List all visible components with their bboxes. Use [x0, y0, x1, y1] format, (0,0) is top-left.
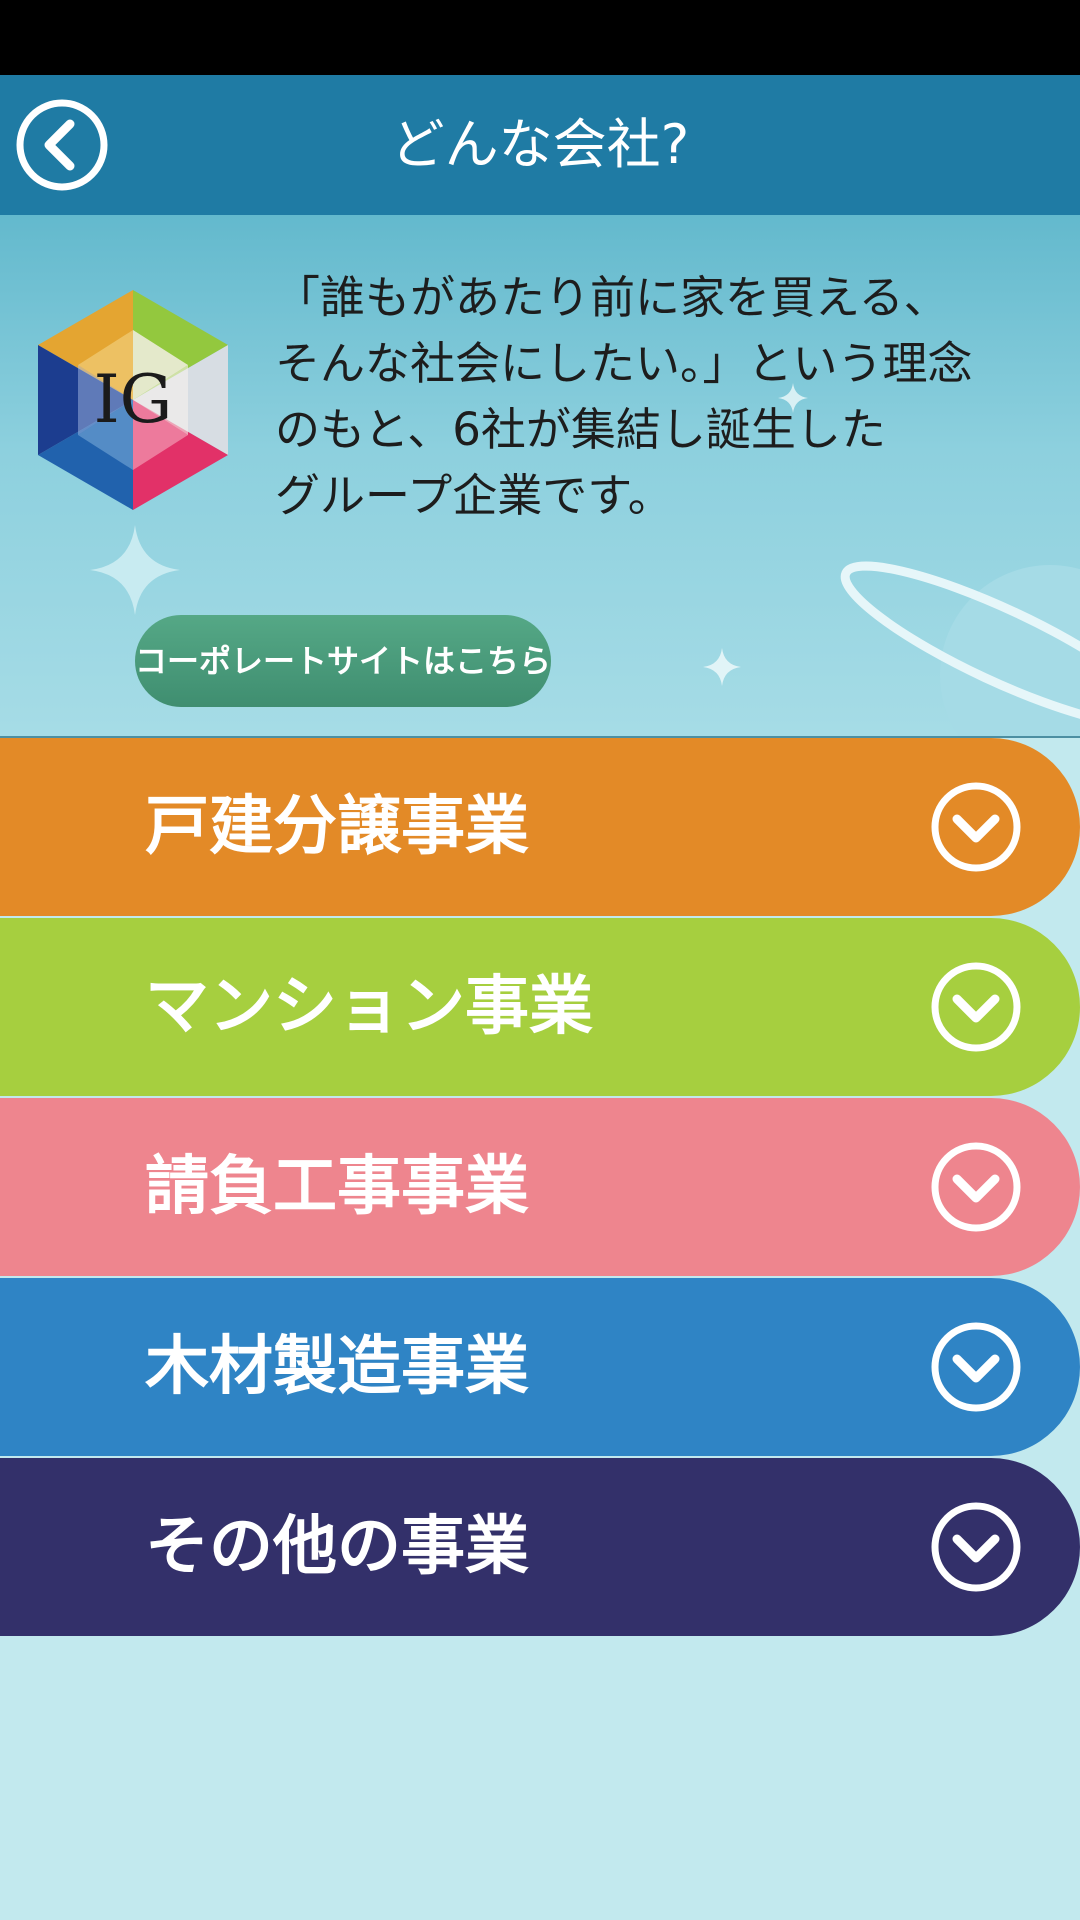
header: どんな会社?: [0, 75, 1080, 215]
intro-description: 「誰もがあたり前に家を買える、 そんな社会にしたい。」という理念 のもと、6社が…: [275, 271, 973, 522]
chevron-down-circle-icon[interactable]: [930, 1141, 1022, 1233]
business-label: マンション事業: [145, 970, 593, 1044]
business-item-detached-housing[interactable]: 戸建分譲事業: [0, 738, 1080, 916]
business-label: 戸建分譲事業: [145, 790, 529, 864]
business-label: 請負工事事業: [145, 1150, 529, 1224]
business-item-contract-construction[interactable]: 請負工事事業: [0, 1098, 1080, 1276]
business-label: 木材製造事業: [145, 1330, 529, 1404]
business-list: 戸建分譲事業 マンション事業 請負工事事業 木材製造事業 その他の事業: [0, 738, 1080, 1638]
chevron-down-circle-icon[interactable]: [930, 1501, 1022, 1593]
business-item-other[interactable]: その他の事業: [0, 1458, 1080, 1636]
business-item-condominium[interactable]: マンション事業: [0, 918, 1080, 1096]
chevron-down-circle-icon[interactable]: [930, 961, 1022, 1053]
intro-section: IG 「誰もがあたり前に家を買える、 そんな社会にしたい。」という理念 のもと、…: [0, 215, 1080, 738]
page-title: どんな会社?: [390, 113, 690, 176]
sparkle-decoration: [703, 648, 741, 686]
business-label: その他の事業: [145, 1510, 529, 1584]
business-item-lumber-manufacturing[interactable]: 木材製造事業: [0, 1278, 1080, 1456]
status-bar: [0, 0, 1080, 75]
sparkle-decoration: [90, 525, 180, 615]
planet-decoration: [840, 561, 1080, 738]
company-logo: IG: [38, 290, 228, 510]
chevron-down-circle-icon[interactable]: [930, 1321, 1022, 1413]
corporate-site-button[interactable]: コーポレートサイトはこちら: [135, 615, 551, 707]
chevron-down-circle-icon[interactable]: [930, 781, 1022, 873]
logo-text: IG: [94, 361, 173, 438]
